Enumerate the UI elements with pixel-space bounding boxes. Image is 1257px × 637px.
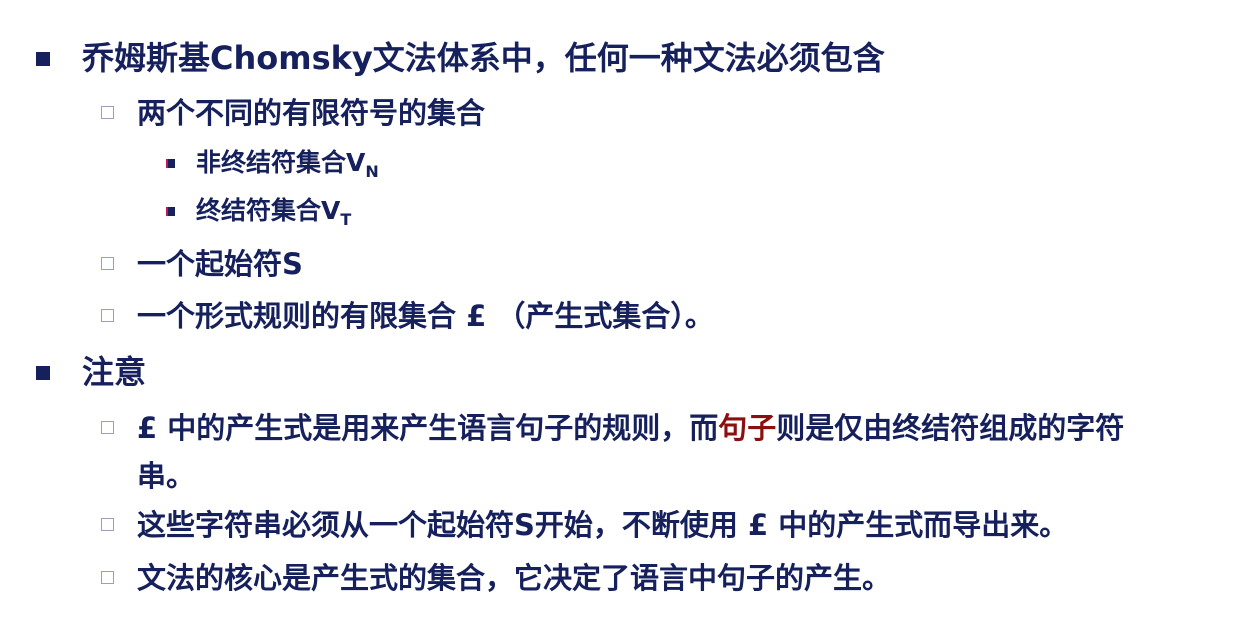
- item-text: 文法的核心是产生式的集合，它决定了语言中句子的产生。: [137, 561, 892, 595]
- square-bullet-icon: [36, 366, 50, 380]
- item-text: 一个起始符S: [137, 247, 303, 281]
- item-text: 注意: [82, 353, 147, 391]
- heading-item-note: 注意: [36, 352, 146, 392]
- highlight-sentence: 句子: [718, 411, 777, 445]
- subsubitem-nonterminal: 非终结符集合VN: [166, 146, 379, 189]
- subscript: N: [365, 162, 379, 181]
- hollow-square-bullet-icon: [101, 571, 114, 584]
- item-text: 非终结符集合VN: [196, 148, 379, 181]
- subitem-production-rules: £ 中的产生式是用来产生语言句子的规则，而句子则是仅由终结符组成的字符串。: [101, 408, 1167, 500]
- square-bullet-icon: [36, 52, 50, 66]
- item-text: £ 中的产生式是用来产生语言句子的规则，而句子则是仅由终结符组成的字符串。: [137, 411, 1125, 493]
- heading-item-chomsky: 乔姆斯基Chomsky文法体系中，任何一种文法必须包含: [36, 38, 885, 78]
- hollow-square-bullet-icon: [101, 309, 114, 322]
- subitem-two-sets: 两个不同的有限符号的集合: [101, 93, 485, 133]
- item-text: 两个不同的有限符号的集合: [137, 96, 486, 130]
- subitem-grammar-core: 文法的核心是产生式的集合，它决定了语言中句子的产生。: [101, 558, 891, 598]
- subitem-start-symbol: 一个起始符S: [101, 244, 303, 284]
- subsubitem-terminal: 终结符集合VT: [166, 194, 351, 237]
- subitem-production-set: 一个形式规则的有限集合 £ （产生式集合）。: [101, 296, 714, 336]
- subscript: T: [340, 210, 352, 229]
- item-text: 这些字符串必须从一个起始符S开始，不断使用 £ 中的产生式而导出来。: [137, 508, 1069, 542]
- hollow-square-bullet-icon: [101, 106, 114, 119]
- small-square-bullet-icon: [166, 159, 175, 168]
- small-square-bullet-icon: [166, 207, 175, 216]
- item-text: 乔姆斯基Chomsky文法体系中，任何一种文法必须包含: [82, 39, 885, 77]
- hollow-square-bullet-icon: [101, 257, 114, 270]
- subitem-derivation: 这些字符串必须从一个起始符S开始，不断使用 £ 中的产生式而导出来。: [101, 505, 1068, 545]
- item-text: 终结符集合VT: [196, 196, 352, 229]
- item-text: 一个形式规则的有限集合 £ （产生式集合）。: [137, 299, 714, 333]
- hollow-square-bullet-icon: [101, 421, 114, 434]
- hollow-square-bullet-icon: [101, 518, 114, 531]
